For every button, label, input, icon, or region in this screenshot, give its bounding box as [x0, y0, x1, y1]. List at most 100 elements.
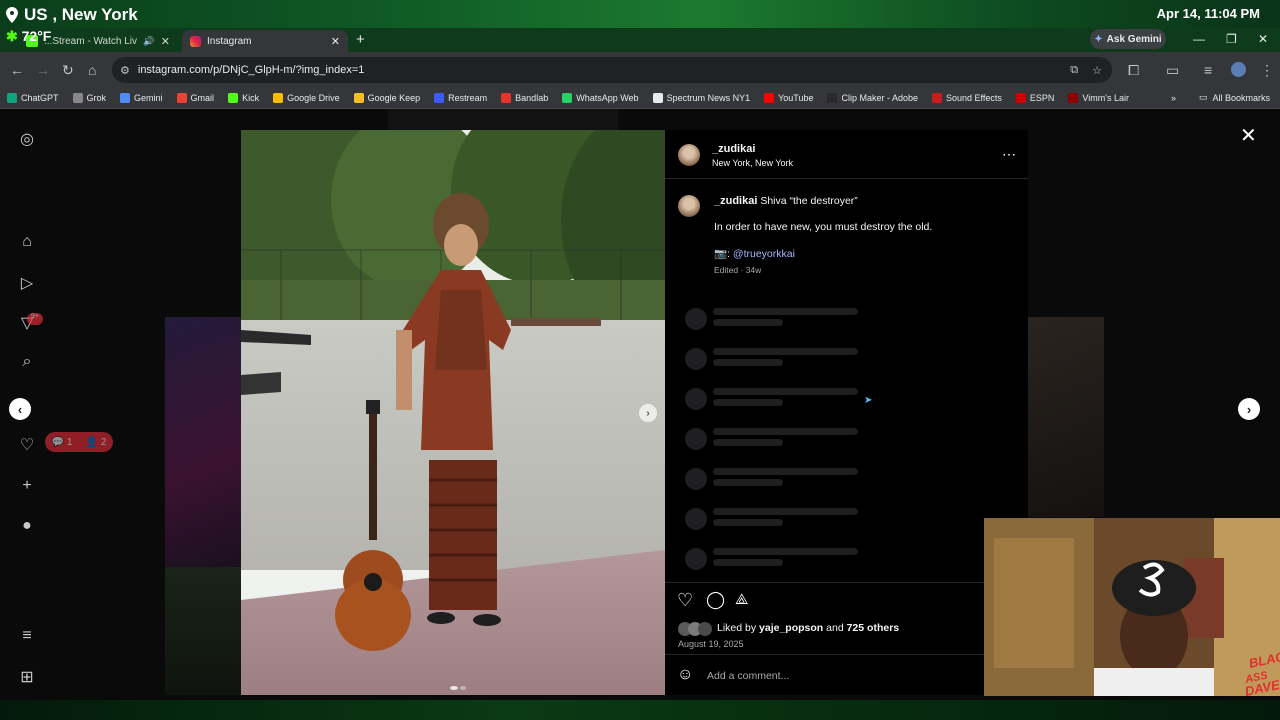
bookmark-chatgpt[interactable]: ChatGPT	[0, 93, 66, 103]
comment-icon[interactable]: ◯	[706, 590, 725, 610]
bookmark-sound-effects[interactable]: Sound Effects	[925, 93, 1009, 103]
menu-icon[interactable]: ⋮	[1260, 62, 1274, 79]
media-icon[interactable]: ≡	[1204, 62, 1212, 78]
location-pin-icon	[6, 7, 18, 23]
liked-by-avatars[interactable]	[678, 622, 714, 636]
install-app-icon[interactable]: ⧉	[1070, 64, 1078, 77]
caption-avatar[interactable]	[678, 195, 700, 217]
chevron-double-right-icon[interactable]: »	[1171, 93, 1176, 103]
edited-label: Edited · 34w	[714, 265, 762, 275]
author-username[interactable]: _zudikai	[712, 143, 755, 155]
caption-line: _zudikai Shiva “the destroyer”	[714, 195, 1014, 207]
create-icon[interactable]: +	[17, 477, 37, 497]
bookmark-whatsapp-web[interactable]: WhatsApp Web	[555, 93, 645, 103]
webcam-overlay: BLACK ASS DAVE	[984, 518, 1280, 696]
profile-avatar[interactable]	[1231, 62, 1246, 77]
post-photo	[241, 130, 665, 695]
also-from-meta-icon[interactable]: ⊞	[17, 667, 37, 687]
previous-post-icon[interactable]: ‹	[9, 398, 31, 420]
like-heart-icon[interactable]: ♡	[677, 590, 693, 611]
caption-body: In order to have new, you must destroy t…	[714, 221, 933, 233]
tab-instagram[interactable]: Instagram ✕	[182, 30, 348, 52]
weather-label: ✱ 72°F	[6, 28, 52, 44]
bookmark-favicon-icon	[434, 93, 445, 103]
close-tab-icon[interactable]: ✕	[161, 35, 170, 48]
bookmark-vimm-s-lair[interactable]: Vimm's Lair	[1061, 93, 1136, 103]
next-post-icon[interactable]: ›	[1238, 398, 1260, 420]
home-icon[interactable]: ⌂	[17, 233, 37, 253]
comment-input[interactable]: Add a comment...	[707, 670, 789, 682]
address-bar[interactable]: ⚙ instagram.com/p/DNjC_GlpH-m/?img_index…	[112, 57, 1112, 83]
folder-icon: ▭	[1198, 92, 1208, 102]
bookmark-spectrum-news-ny1[interactable]: Spectrum News NY1	[646, 93, 758, 103]
bookmark-favicon-icon	[353, 93, 364, 103]
bookmark-favicon-icon	[652, 93, 663, 103]
credit-handle-link[interactable]: @trueyorkkai	[733, 248, 795, 260]
cast-icon[interactable]: ▭	[1166, 62, 1179, 79]
all-bookmarks-button[interactable]: » ▭ All Bookmarks	[1171, 92, 1270, 103]
messages-badge: 9+	[27, 313, 43, 325]
share-icon[interactable]: ⟁	[735, 591, 748, 608]
bookmark-grok[interactable]: Grok	[66, 93, 114, 103]
close-window-icon[interactable]: ✕	[1258, 32, 1268, 46]
speaker-icon[interactable]: 🔊	[143, 36, 154, 47]
bookmark-clip-maker-adobe[interactable]: Clip Maker - Adobe	[820, 93, 925, 103]
post-location[interactable]: New York, New York	[712, 158, 793, 168]
background-post	[165, 317, 241, 567]
post-date: August 19, 2025	[678, 639, 744, 649]
bookmark-star-icon[interactable]: ☆	[1092, 64, 1102, 77]
liked-by-line: Liked by yaje_popson and 725 others	[717, 622, 900, 634]
more-menu-icon[interactable]: ≡	[17, 627, 37, 647]
bookmark-favicon-icon	[827, 93, 838, 103]
reload-icon[interactable]: ↻	[62, 62, 74, 79]
bookmarks-bar: ChatGPT Grok Gemini Gmail Kick Google Drive Go…	[0, 88, 1280, 109]
bookmark-favicon-icon	[228, 93, 239, 103]
new-tab-icon[interactable]: +	[356, 31, 365, 48]
tab-stream-label: ...Stream - Watch Liv	[44, 35, 137, 47]
caption-username[interactable]: _zudikai	[714, 195, 757, 207]
search-icon[interactable]: ⌕	[17, 353, 37, 373]
bookmark-favicon-icon	[72, 93, 83, 103]
bookmark-kick[interactable]: Kick	[221, 93, 266, 103]
bookmark-google-drive[interactable]: Google Drive	[266, 93, 347, 103]
bookmark-restream[interactable]: Restream	[427, 93, 494, 103]
bookmark-favicon-icon	[562, 93, 573, 103]
ask-gemini-button[interactable]: ✦ Ask Gemini	[1090, 29, 1166, 49]
bookmark-google-keep[interactable]: Google Keep	[347, 93, 428, 103]
restore-icon[interactable]: ❐	[1226, 32, 1237, 46]
site-info-icon[interactable]: ⚙	[120, 64, 130, 77]
back-icon[interactable]: ←	[10, 62, 24, 78]
instagram-logo-icon[interactable]: ◎	[17, 129, 37, 149]
reels-icon[interactable]: ▷	[17, 273, 37, 293]
liked-by-others-link[interactable]: 725 others	[847, 622, 900, 634]
notification-bubble[interactable]: 💬 1 👤 2	[45, 432, 113, 452]
author-avatar[interactable]	[678, 144, 700, 166]
extensions-icon[interactable]: ⧠	[1128, 62, 1139, 79]
stream-overlay-bottom	[0, 700, 1280, 720]
webcam-feed: BLACK ASS DAVE	[984, 518, 1280, 696]
bookmark-gmail[interactable]: Gmail	[170, 93, 222, 103]
follow-icon: 👤 2	[85, 436, 107, 448]
url-text[interactable]: instagram.com/p/DNjC_GlpH-m/?img_index=1	[138, 64, 365, 76]
minimize-icon[interactable]: —	[1193, 32, 1205, 46]
emoji-icon[interactable]: ☺	[677, 666, 693, 684]
home-icon[interactable]: ⌂	[88, 62, 96, 78]
bookmark-favicon-icon	[7, 93, 17, 103]
comment-icon: 💬 1	[51, 436, 73, 448]
liked-by-user-link[interactable]: yaje_popson	[759, 622, 823, 634]
bookmark-favicon-icon	[1068, 93, 1079, 103]
profile-icon[interactable]: ●	[17, 517, 37, 537]
bookmark-youtube[interactable]: YouTube	[757, 93, 820, 103]
next-image-icon[interactable]: ›	[639, 404, 657, 422]
forward-icon[interactable]: →	[36, 62, 50, 78]
notifications-heart-icon[interactable]: ♡	[17, 435, 37, 455]
datetime-label: Apr 14, 11:04 PM	[1156, 6, 1260, 21]
close-tab-icon[interactable]: ✕	[331, 35, 340, 48]
bookmark-espn[interactable]: ESPN	[1009, 93, 1062, 103]
post-side-panel: _zudikai New York, New York ⋯ _zudikai S…	[665, 130, 1028, 695]
action-divider	[665, 582, 1028, 583]
more-options-icon[interactable]: ⋯	[1002, 146, 1016, 163]
bookmark-bandlab[interactable]: Bandlab	[494, 93, 555, 103]
close-modal-icon[interactable]: ✕	[1240, 123, 1257, 148]
bookmark-gemini[interactable]: Gemini	[113, 93, 170, 103]
